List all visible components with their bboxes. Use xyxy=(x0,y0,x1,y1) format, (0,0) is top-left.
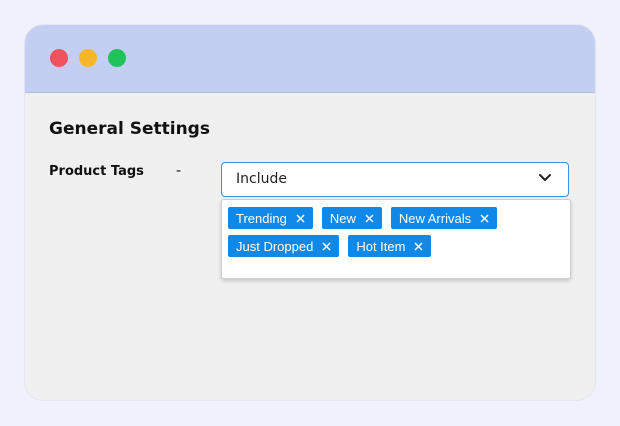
settings-window: General Settings Product Tags - Include … xyxy=(25,25,595,400)
close-icon[interactable] xyxy=(365,214,374,223)
tag-chip: New xyxy=(321,207,382,229)
close-icon[interactable] xyxy=(480,214,489,223)
field-separator: - xyxy=(176,163,182,179)
include-select[interactable]: Include xyxy=(221,162,569,197)
maximize-window-button[interactable] xyxy=(108,49,126,67)
minimize-window-button[interactable] xyxy=(79,49,97,67)
tag-label: New Arrivals xyxy=(398,210,472,226)
tag-list: Trending New New Arrivals Just Dropped Hot I… xyxy=(228,207,564,257)
tag-chip: Hot Item xyxy=(348,235,432,257)
tag-selection-panel: Trending New New Arrivals Just Dropped Hot I… xyxy=(221,199,571,279)
close-icon[interactable] xyxy=(414,242,423,251)
close-window-button[interactable] xyxy=(50,49,68,67)
chevron-down-icon xyxy=(539,174,551,181)
window-titlebar xyxy=(25,25,595,93)
close-icon[interactable] xyxy=(296,214,305,223)
select-value: Include xyxy=(236,171,287,187)
page-title: General Settings xyxy=(49,119,210,139)
close-icon[interactable] xyxy=(322,242,331,251)
tag-chip: Just Dropped xyxy=(228,235,340,257)
tag-label: New xyxy=(329,210,356,226)
tag-label: Trending xyxy=(236,210,287,226)
tag-label: Hot Item xyxy=(356,238,406,254)
tag-label: Just Dropped xyxy=(236,238,314,254)
product-tags-label: Product Tags xyxy=(49,164,144,179)
tag-chip: Trending xyxy=(228,207,313,229)
tag-chip: New Arrivals xyxy=(390,207,498,229)
